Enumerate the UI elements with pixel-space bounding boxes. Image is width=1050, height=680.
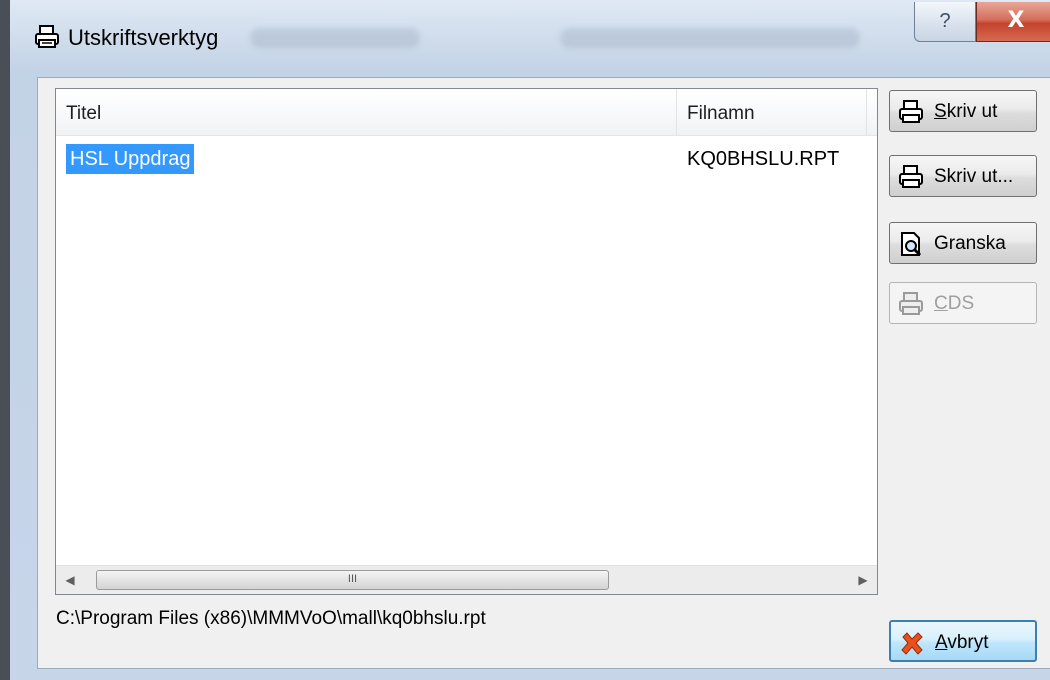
- row-title: HSL Uppdrag: [66, 144, 195, 174]
- cds-label: DS: [947, 293, 975, 314]
- report-list[interactable]: Titel Filnamn HSL Uppdrag KQ0BHSLU.RPT ◀…: [55, 88, 878, 595]
- help-button[interactable]: ?: [914, 2, 976, 42]
- printer-icon: [899, 165, 923, 188]
- scrollbar-thumb[interactable]: III: [96, 570, 609, 590]
- cancel-label: vbryt: [947, 632, 989, 653]
- column-header-filename[interactable]: Filnamn: [677, 89, 867, 135]
- table-row[interactable]: HSL Uppdrag KQ0BHSLU.RPT: [56, 144, 877, 174]
- window-title: Utskriftsverktyg: [68, 25, 219, 50]
- cancel-accelerator: A: [935, 632, 948, 653]
- dialog-client-area: Titel Filnamn HSL Uppdrag KQ0BHSLU.RPT ◀…: [37, 77, 1050, 669]
- cds-icon: [899, 292, 923, 315]
- scroll-right-arrow-icon[interactable]: ▶: [849, 566, 877, 594]
- print-dialog-label: Skriv ut...: [934, 166, 1014, 187]
- printer-icon: [35, 25, 59, 48]
- dialog-window: Utskriftsverktyg ? X Titel Filnamn HSL U…: [0, 0, 1050, 680]
- background-blur: [560, 28, 860, 48]
- background-blur: [250, 28, 420, 48]
- list-header: Titel Filnamn: [56, 89, 877, 136]
- scroll-left-arrow-icon[interactable]: ◀: [56, 566, 84, 594]
- file-path-label: C:\Program Files (x86)\MMMVoO\mall\kq0bh…: [56, 608, 486, 629]
- title-bar[interactable]: Utskriftsverktyg ? X: [20, 0, 1050, 75]
- cancel-button[interactable]: Avbryt: [889, 620, 1037, 662]
- close-button[interactable]: X: [976, 2, 1050, 42]
- print-accelerator: S: [934, 101, 947, 122]
- horizontal-scrollbar[interactable]: ◀ III ▶: [56, 565, 877, 594]
- cds-button[interactable]: CDS: [889, 282, 1037, 324]
- preview-label: Granska: [934, 233, 1006, 254]
- preview-button[interactable]: Granska: [889, 222, 1037, 264]
- print-label: kriv ut: [946, 101, 998, 122]
- column-header-title[interactable]: Titel: [56, 89, 677, 135]
- print-dialog-button[interactable]: Skriv ut...: [889, 155, 1037, 197]
- row-filename: KQ0BHSLU.RPT: [687, 148, 840, 170]
- print-button[interactable]: Skriv ut: [889, 90, 1037, 132]
- cds-accelerator: C: [934, 293, 948, 314]
- preview-icon: [901, 232, 922, 257]
- printer-icon: [899, 100, 923, 123]
- cancel-x-icon: [901, 632, 923, 655]
